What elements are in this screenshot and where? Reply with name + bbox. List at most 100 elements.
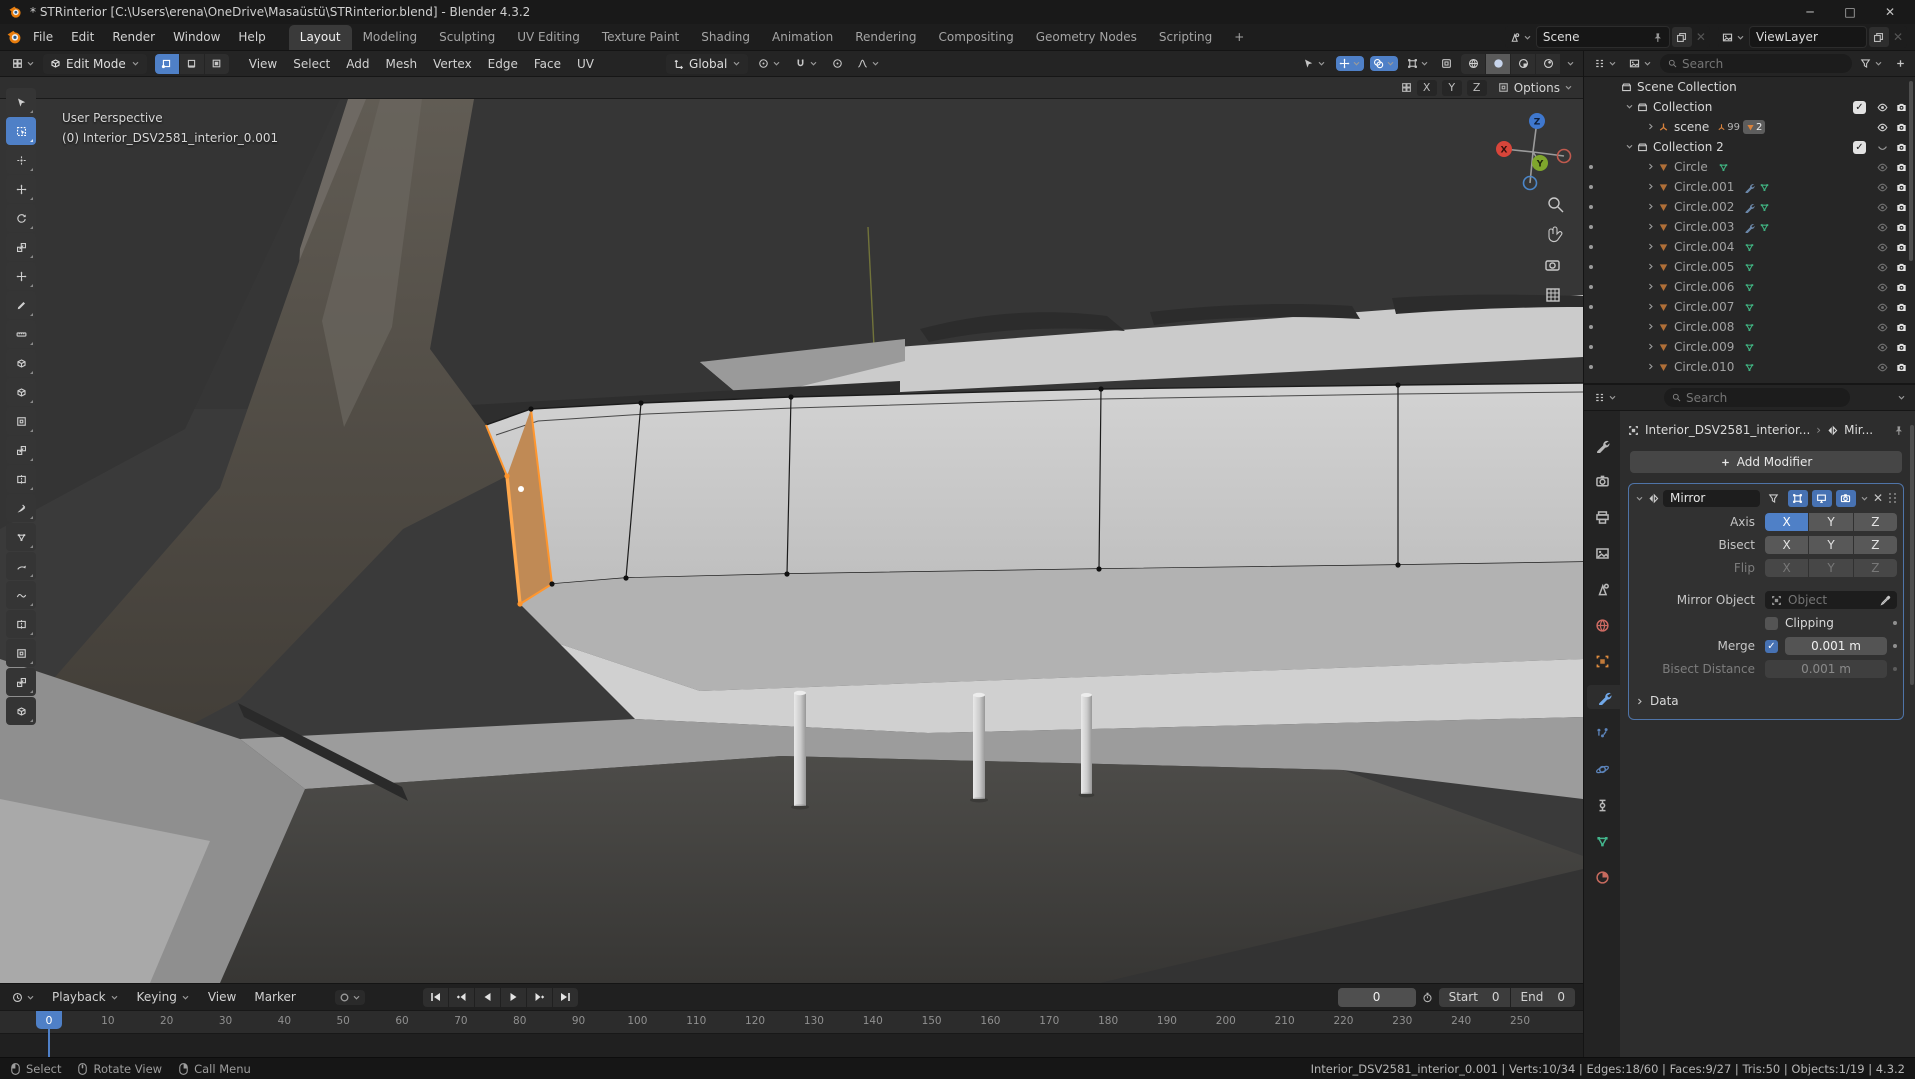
mode-dropdown[interactable]: Edit Mode <box>43 53 147 74</box>
blender-menu-icon[interactable] <box>6 29 22 45</box>
outliner-row[interactable]: Circle.004 <box>1584 237 1915 257</box>
properties-tab-world[interactable] <box>1587 613 1617 637</box>
edit-mode-display-toggle[interactable] <box>1764 490 1784 507</box>
eye-icon[interactable] <box>1872 362 1892 373</box>
timeline-menu-view[interactable]: View <box>199 986 245 1008</box>
workspace-tab-modeling[interactable]: Modeling <box>352 25 429 50</box>
mirror-z-toggle[interactable]: Z <box>1466 79 1487 96</box>
outliner-row[interactable]: scene 99 2 <box>1584 117 1915 137</box>
properties-tab-particles[interactable] <box>1587 721 1617 745</box>
scene-copy-button[interactable] <box>1671 27 1692 47</box>
outliner-item-label[interactable]: Circle.004 <box>1674 240 1734 254</box>
timeline-menu-keying[interactable]: Keying <box>128 986 199 1008</box>
camera-visibility-icon[interactable] <box>1892 142 1910 153</box>
data-subpanel-toggle[interactable]: Data <box>1635 691 1897 711</box>
tool-extrude-region[interactable] <box>6 378 36 406</box>
viewport-menu-edge[interactable]: Edge <box>480 54 526 74</box>
mesh-data-icon[interactable] <box>1759 222 1770 233</box>
outliner-row[interactable]: Collection ✓ <box>1584 97 1915 117</box>
play-button[interactable] <box>500 987 526 1007</box>
viewport-menu-uv[interactable]: UV <box>569 54 602 74</box>
mesh-data-icon[interactable] <box>1744 262 1755 273</box>
new-collection-button[interactable] <box>1891 56 1910 71</box>
outliner-item-label[interactable]: Circle.007 <box>1674 300 1734 314</box>
workspace-tab-texture-paint[interactable]: Texture Paint <box>591 25 690 50</box>
workspace-tab--[interactable]: + <box>1223 25 1255 50</box>
mesh-data-icon[interactable] <box>1744 362 1755 373</box>
outliner-display-mode-button[interactable] <box>1590 56 1621 71</box>
disclosure-closed-icon[interactable] <box>1646 240 1655 254</box>
pivot-point-button[interactable] <box>754 56 785 71</box>
tool-select-box[interactable] <box>6 117 36 145</box>
tool-rip-region[interactable] <box>6 697 36 725</box>
material-preview-button[interactable] <box>1511 53 1535 74</box>
camera-visibility-icon[interactable] <box>1892 282 1910 293</box>
panel-collapse-chevron[interactable] <box>1635 494 1644 503</box>
outliner-row[interactable]: Circle.005 <box>1584 257 1915 277</box>
properties-tab-modifiers[interactable] <box>1587 685 1621 709</box>
eye-icon[interactable] <box>1872 302 1892 313</box>
mesh-data-icon[interactable] <box>1718 162 1729 173</box>
shading-options-chevron[interactable] <box>1566 59 1575 68</box>
scene-name-field[interactable]: Scene <box>1535 26 1670 48</box>
properties-tab-physics[interactable] <box>1587 757 1617 781</box>
flip-z-button[interactable]: Z <box>1853 559 1897 577</box>
outliner-row[interactable]: Scene Collection <box>1584 77 1915 97</box>
properties-search-input[interactable] <box>1686 390 1842 405</box>
outliner-row[interactable]: Circle.009 <box>1584 337 1915 357</box>
auto-keying-button[interactable] <box>334 989 365 1005</box>
tool-scale[interactable] <box>6 233 36 261</box>
camera-visibility-icon[interactable] <box>1892 242 1910 253</box>
viewport-menu-face[interactable]: Face <box>526 54 569 74</box>
properties-tab-view-layer[interactable] <box>1587 541 1617 565</box>
outliner-item-label[interactable]: Circle.001 <box>1674 180 1734 194</box>
tool-transform[interactable] <box>6 262 36 290</box>
workspace-tab-compositing[interactable]: Compositing <box>927 25 1024 50</box>
menu-render[interactable]: Render <box>103 26 164 48</box>
eye-icon[interactable] <box>1872 242 1892 253</box>
snap-button[interactable] <box>791 56 822 71</box>
outliner-row[interactable]: Circle.007 <box>1584 297 1915 317</box>
pin-icon[interactable] <box>1652 32 1663 43</box>
camera-visibility-icon[interactable] <box>1892 102 1910 113</box>
show-gizmo-button[interactable] <box>1336 56 1364 71</box>
viewport-menu-select[interactable]: Select <box>285 54 338 74</box>
maximize-button[interactable]: □ <box>1843 5 1857 19</box>
eyedropper-icon[interactable] <box>1880 595 1891 606</box>
disclosure-closed-icon[interactable] <box>1646 120 1655 134</box>
proportional-editing-button[interactable] <box>828 56 847 71</box>
disclosure-closed-icon[interactable] <box>1646 200 1655 214</box>
tool-options-dropdown[interactable]: Options <box>1514 81 1573 95</box>
camera-visibility-icon[interactable] <box>1892 202 1910 213</box>
outliner-item-label[interactable]: Circle <box>1674 160 1708 174</box>
workspace-tab-sculpting[interactable]: Sculpting <box>428 25 506 50</box>
breadcrumb-modifier[interactable]: Mir... <box>1844 423 1873 437</box>
exclude-checkbox[interactable]: ✓ <box>1853 140 1866 154</box>
frame-end-field[interactable]: End 0 <box>1510 987 1575 1007</box>
modifier-delete-button[interactable]: ✕ <box>1873 491 1883 505</box>
outliner-search-input[interactable] <box>1682 56 1844 71</box>
mirror-object-field[interactable]: Object <box>1765 591 1897 609</box>
exclude-checkbox[interactable]: ✓ <box>1853 100 1866 114</box>
realtime-display-toggle[interactable] <box>1811 489 1832 507</box>
bisect-distance-field[interactable]: 0.001 m <box>1765 660 1887 678</box>
mesh-data-icon[interactable] <box>1759 202 1770 213</box>
outliner-item-label[interactable]: Circle.005 <box>1674 260 1734 274</box>
outliner-search[interactable] <box>1660 54 1852 73</box>
on-cage-toggle[interactable] <box>1787 489 1808 507</box>
outliner-filter-button[interactable] <box>1856 56 1887 71</box>
disclosure-closed-icon[interactable] <box>1646 320 1655 334</box>
outliner-row[interactable]: Circle.008 <box>1584 317 1915 337</box>
tool-shrink-flatten[interactable] <box>6 639 36 667</box>
eye-icon[interactable] <box>1872 342 1892 353</box>
properties-tab-constraints[interactable] <box>1587 793 1617 817</box>
timeline-ruler[interactable]: 0 10 20 30 40 50 60 70 80 90 100 110 120 130 140 150 16… <box>0 1010 1583 1079</box>
rendered-shading-button[interactable] <box>1536 53 1560 74</box>
mirror-toggle-icon[interactable] <box>1401 82 1412 93</box>
timeline-menu-marker[interactable]: Marker <box>245 986 304 1008</box>
jump-end-button[interactable] <box>552 987 578 1007</box>
eye-icon[interactable] <box>1872 202 1892 213</box>
camera-visibility-icon[interactable] <box>1892 122 1910 133</box>
outliner-row[interactable]: Collection 2 ✓ <box>1584 137 1915 157</box>
xray-settings-button[interactable] <box>1404 56 1432 71</box>
